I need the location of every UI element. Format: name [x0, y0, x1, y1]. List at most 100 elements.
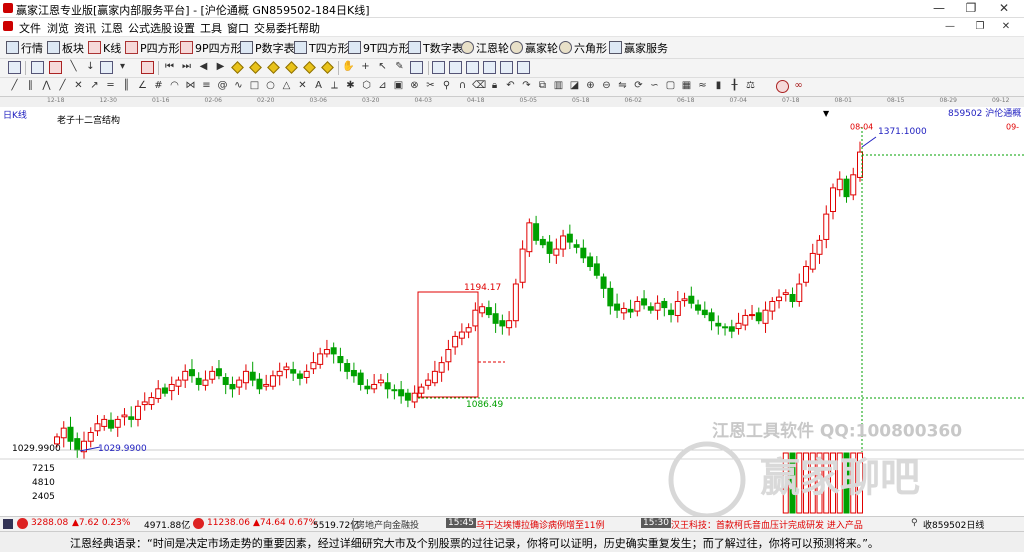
candle[interactable] [735, 322, 742, 330]
candle[interactable] [809, 252, 816, 270]
candle[interactable] [283, 366, 290, 371]
candle[interactable] [728, 326, 735, 332]
zoom-out-icon[interactable]: ⊖ [600, 80, 613, 93]
rotate-icon[interactable]: ⟳ [632, 80, 645, 93]
dropdown-arrow-icon[interactable]: ▼ [823, 109, 830, 118]
candle[interactable] [600, 276, 607, 289]
candle[interactable] [789, 293, 796, 302]
child-minimize-button[interactable]: — [936, 19, 964, 36]
undo-icon[interactable]: ↶ [504, 80, 517, 93]
scale-icon[interactable]: ⚖ [744, 80, 757, 93]
candle[interactable] [566, 233, 573, 243]
spiral-icon[interactable]: @ [216, 80, 229, 93]
menu-help[interactable]: 帮助 [298, 20, 320, 36]
grid-line-icon[interactable]: # [152, 80, 165, 93]
candle[interactable] [128, 416, 135, 420]
box-line-icon[interactable]: □ [248, 80, 261, 93]
candle[interactable] [263, 383, 270, 387]
candle[interactable] [506, 320, 513, 329]
layout-icon[interactable] [8, 61, 21, 74]
hand-icon[interactable]: ✋ [342, 61, 355, 74]
9p-square-button[interactable]: 9P四方形 [180, 40, 242, 55]
candle[interactable] [634, 300, 641, 312]
magnet-icon[interactable]: ∩ [456, 80, 469, 93]
candle[interactable] [836, 178, 843, 191]
fib-icon[interactable]: ≡ [200, 80, 213, 93]
candle[interactable] [425, 379, 432, 386]
save-icon[interactable] [466, 61, 479, 74]
infinity-icon[interactable]: ∞ [792, 80, 805, 93]
table-icon[interactable] [449, 61, 462, 74]
candle[interactable] [519, 248, 526, 283]
candle[interactable] [175, 379, 182, 387]
candle[interactable] [722, 326, 729, 329]
gann-wheel-button[interactable]: 江恩轮 [461, 40, 509, 55]
hline-icon[interactable]: ═ [104, 80, 117, 93]
first-icon[interactable]: ⏮ [163, 61, 176, 74]
news-ticker-1[interactable]: 房地产向金融投 [353, 518, 436, 531]
wave-line-icon[interactable]: ≈ [696, 80, 709, 93]
sector-button[interactable]: 板块 [47, 40, 84, 55]
candle[interactable] [762, 309, 769, 324]
trend-icon[interactable]: ╲ [67, 61, 80, 74]
candle[interactable] [485, 307, 492, 316]
candle[interactable] [323, 349, 330, 355]
candle[interactable] [67, 426, 74, 442]
lock-icon[interactable]: 🔒︎ [488, 80, 501, 93]
candle[interactable] [701, 309, 708, 316]
p-table-button[interactable]: P数字表 [240, 40, 295, 55]
candle[interactable] [398, 389, 405, 397]
diamond-icon[interactable] [285, 61, 298, 74]
candle[interactable] [465, 327, 472, 333]
candle[interactable] [715, 322, 722, 327]
t-square-button[interactable]: T四方形 [294, 40, 349, 55]
delete-icon[interactable]: ⊗ [408, 80, 421, 93]
candle[interactable] [94, 423, 101, 432]
wave-icon[interactable] [31, 61, 44, 74]
minimize-button[interactable]: — [925, 0, 953, 17]
measure-icon[interactable]: ⟂ [328, 80, 341, 93]
line-icon[interactable]: ╱ [8, 80, 21, 93]
menu-file[interactable]: 文件 [19, 20, 41, 36]
fan-icon[interactable]: ⋀ [40, 80, 53, 93]
p-square-button[interactable]: P四方形 [125, 40, 180, 55]
speed-icon[interactable]: ⊿ [376, 80, 389, 93]
candle[interactable] [195, 377, 202, 385]
calendar-icon[interactable] [432, 61, 445, 74]
candle[interactable] [438, 362, 445, 373]
candle[interactable] [384, 382, 391, 390]
zigzag-icon[interactable]: ⋈ [184, 80, 197, 93]
candle[interactable] [54, 436, 60, 445]
candle[interactable] [681, 298, 688, 302]
diamond-icon[interactable] [249, 61, 262, 74]
copy-icon[interactable]: ⧉ [536, 80, 549, 93]
candle[interactable] [803, 266, 810, 283]
9t-square-button[interactable]: 9T四方形 [348, 40, 410, 55]
candle[interactable] [344, 363, 351, 372]
candle[interactable] [202, 379, 209, 386]
candle[interactable] [620, 307, 627, 314]
candle[interactable] [512, 283, 519, 322]
candle[interactable] [404, 392, 411, 401]
menu-formula[interactable]: 公式选股 [128, 20, 172, 36]
eraser-icon[interactable]: ⌫ [472, 80, 486, 93]
redo-icon[interactable]: ↷ [520, 80, 533, 93]
hexagon-button[interactable]: 六角形 [559, 40, 607, 55]
candle[interactable] [445, 349, 452, 363]
candle[interactable] [148, 397, 155, 406]
square-icon[interactable]: ▣ [392, 80, 405, 93]
settings-icon[interactable] [410, 61, 423, 74]
diamond-icon[interactable] [321, 61, 334, 74]
prev-icon[interactable]: ◀ [197, 61, 210, 74]
close-button[interactable]: ✕ [990, 0, 1018, 17]
candle[interactable] [364, 385, 371, 390]
dropdown-icon[interactable]: ▾ [116, 61, 129, 74]
parallel-icon[interactable]: ∥ [24, 80, 37, 93]
candle[interactable] [830, 187, 837, 212]
candle[interactable] [114, 418, 121, 428]
candle[interactable] [479, 306, 486, 314]
candle[interactable] [371, 383, 378, 390]
candle[interactable] [769, 300, 776, 312]
candle[interactable] [647, 306, 654, 311]
candle[interactable] [357, 372, 364, 385]
